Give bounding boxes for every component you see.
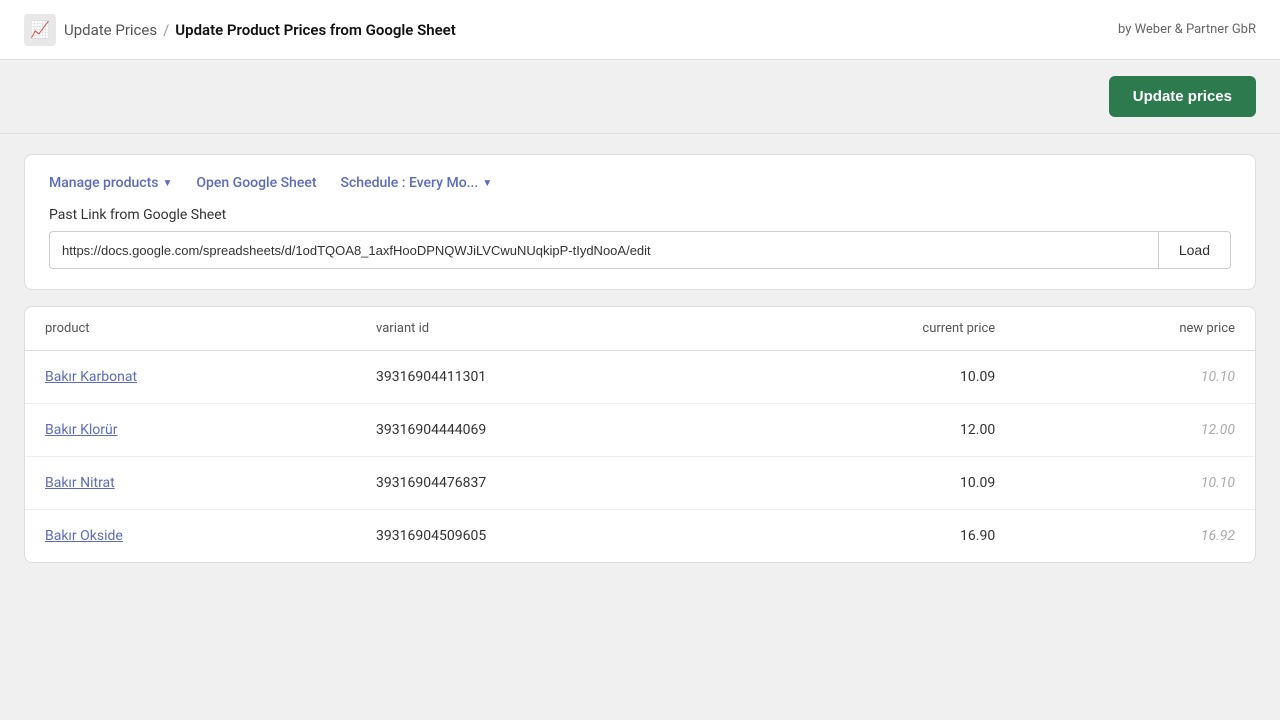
- table-body: Bakır Karbonat3931690441130110.0910.10Ba…: [25, 351, 1255, 563]
- vendor-label: by Weber & Partner GbR: [1118, 22, 1256, 37]
- open-google-sheet-link[interactable]: Open Google Sheet: [196, 175, 316, 191]
- cell-current-price: 10.09: [732, 457, 1015, 510]
- manage-products-chevron-icon: ▼: [162, 178, 172, 189]
- cell-current-price: 16.90: [732, 510, 1015, 563]
- product-link[interactable]: Bakır Klorür: [45, 422, 118, 438]
- link-input-row: Load: [49, 231, 1231, 269]
- update-prices-button[interactable]: Update prices: [1109, 76, 1256, 117]
- cell-product: Bakır Karbonat: [25, 351, 356, 404]
- breadcrumb-link[interactable]: Update Prices: [64, 21, 157, 39]
- manage-products-link[interactable]: Manage products ▼: [49, 175, 172, 191]
- cell-new-price: 12.00: [1015, 404, 1255, 457]
- breadcrumb: Update Prices / Update Product Prices fr…: [64, 21, 456, 39]
- cell-current-price: 10.09: [732, 351, 1015, 404]
- link-label: Past Link from Google Sheet: [49, 207, 1231, 223]
- product-link[interactable]: Bakır Nitrat: [45, 475, 115, 491]
- settings-card: Manage products ▼ Open Google Sheet Sche…: [24, 154, 1256, 290]
- table-row: Bakır Okside 3931690450960516.9016.92: [25, 510, 1255, 563]
- schedule-link[interactable]: Schedule : Every Mo... ▼: [341, 175, 493, 191]
- schedule-chevron-icon: ▼: [482, 178, 492, 189]
- col-new-price: new price: [1015, 307, 1255, 351]
- table-row: Bakır Karbonat 3931690441130110.0910.10: [25, 351, 1255, 404]
- cell-product: Bakır Klorür: [25, 404, 356, 457]
- products-table-card: product variant id current price new pri…: [24, 306, 1256, 563]
- cell-new-price: 10.10: [1015, 457, 1255, 510]
- cell-current-price: 12.00: [732, 404, 1015, 457]
- google-sheet-url-input[interactable]: [50, 233, 1158, 268]
- main-content: Manage products ▼ Open Google Sheet Sche…: [0, 134, 1280, 583]
- col-current-price: current price: [732, 307, 1015, 351]
- products-table: product variant id current price new pri…: [25, 307, 1255, 562]
- cell-variant-id: 39316904509605: [356, 510, 732, 563]
- load-button[interactable]: Load: [1159, 232, 1230, 268]
- cell-variant-id: 39316904444069: [356, 404, 732, 457]
- cell-new-price: 16.92: [1015, 510, 1255, 563]
- cell-variant-id: 39316904411301: [356, 351, 732, 404]
- cell-product: Bakır Okside: [25, 510, 356, 563]
- cell-new-price: 10.10: [1015, 351, 1255, 404]
- col-variant-id: variant id: [356, 307, 732, 351]
- schedule-label: Schedule : Every Mo...: [341, 175, 479, 191]
- table-row: Bakır Klorür3931690444406912.0012.00: [25, 404, 1255, 457]
- cell-product: Bakır Nitrat: [25, 457, 356, 510]
- breadcrumb-separator: /: [163, 21, 169, 39]
- product-link[interactable]: Bakır Okside: [45, 528, 123, 544]
- table-row: Bakır Nitrat 3931690447683710.0910.10: [25, 457, 1255, 510]
- product-link[interactable]: Bakır Karbonat: [45, 369, 137, 385]
- action-bar: Update prices: [0, 60, 1280, 134]
- table-header: product variant id current price new pri…: [25, 307, 1255, 351]
- breadcrumb-current: Update Product Prices from Google Sheet: [175, 21, 456, 39]
- toolbar-row: Manage products ▼ Open Google Sheet Sche…: [49, 175, 1231, 191]
- app-logo-icon: 📈: [24, 14, 56, 46]
- cell-variant-id: 39316904476837: [356, 457, 732, 510]
- header-left: 📈 Update Prices / Update Product Prices …: [24, 14, 456, 46]
- col-product: product: [25, 307, 356, 351]
- manage-products-label: Manage products: [49, 175, 158, 191]
- header-bar: 📈 Update Prices / Update Product Prices …: [0, 0, 1280, 60]
